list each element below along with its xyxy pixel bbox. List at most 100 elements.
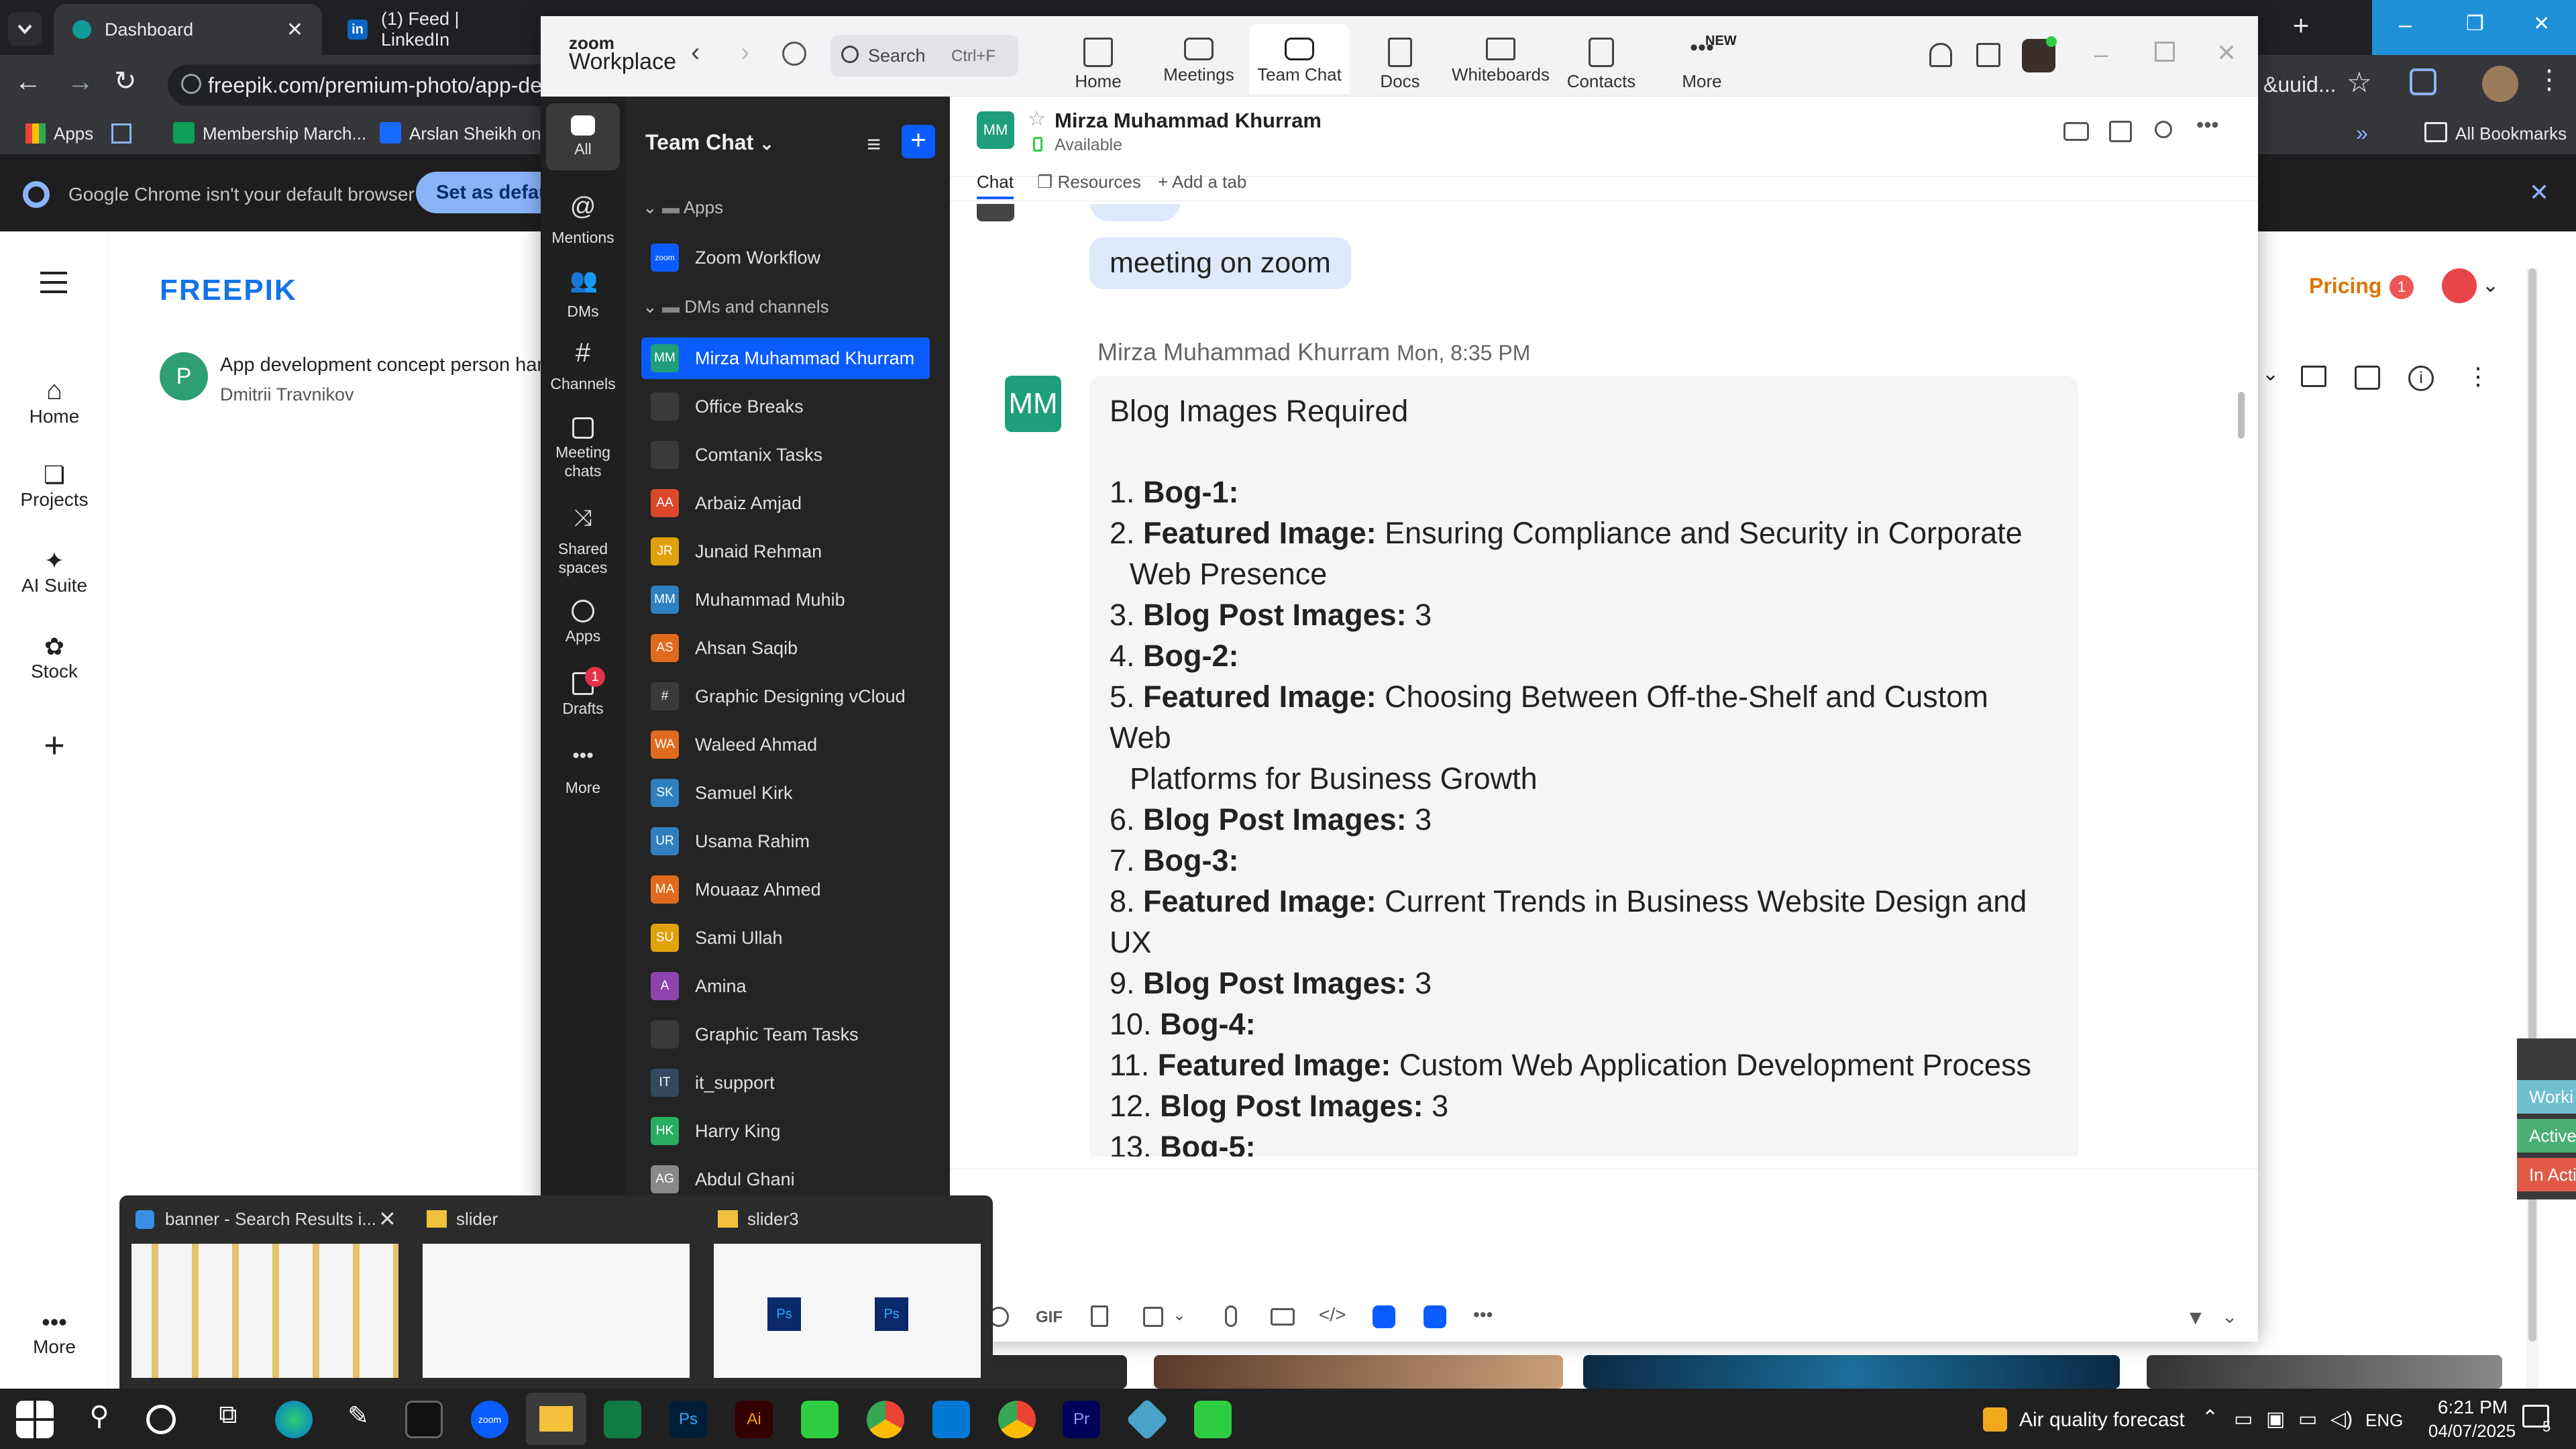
preview-banner[interactable]: banner - Search Results i... ✕ xyxy=(119,1195,411,1389)
maximize-button[interactable] xyxy=(2155,42,2175,62)
bell-icon[interactable] xyxy=(1929,43,1952,67)
folder-icon[interactable] xyxy=(2301,366,2326,387)
rail-channels[interactable]: # Channels xyxy=(541,339,625,393)
section-apps[interactable]: ⌄ ▬ Apps xyxy=(643,197,723,218)
start-icon[interactable] xyxy=(16,1401,54,1438)
chat-title[interactable]: Mirza Muhammad Khurram xyxy=(1055,109,1322,133)
nav-home[interactable]: Home xyxy=(1048,24,1148,94)
nav-docs[interactable]: Docs xyxy=(1350,24,1450,94)
history-icon[interactable] xyxy=(782,42,806,66)
tab-dashboard[interactable]: Dashboard ✕ xyxy=(54,4,322,55)
rail-drafts[interactable]: Drafts xyxy=(541,672,625,718)
cortana-icon[interactable] xyxy=(146,1405,176,1434)
chevron-down-icon[interactable]: ⌄ xyxy=(2482,274,2499,297)
nav-whiteboards[interactable]: Whiteboards xyxy=(1450,24,1551,94)
section-dms[interactable]: ⌄ ▬ DMs and channels xyxy=(643,297,829,317)
bookmark-apps[interactable]: Apps xyxy=(54,123,93,144)
profile-avatar[interactable] xyxy=(2482,66,2518,102)
list-item[interactable]: SU Sami Ullah xyxy=(641,917,930,959)
nav-meetings[interactable]: Meetings xyxy=(1148,24,1249,94)
author-avatar[interactable]: P xyxy=(160,352,208,400)
sender-avatar[interactable]: MM xyxy=(1005,376,1061,432)
file-explorer-taskbar-active[interactable] xyxy=(526,1393,586,1445)
gif-button[interactable]: GIF xyxy=(1036,1308,1063,1327)
microphone-icon[interactable] xyxy=(1225,1305,1237,1327)
list-item[interactable]: UR Usama Rahim xyxy=(641,820,930,862)
illustrator-icon[interactable]: Ai xyxy=(735,1401,773,1438)
preview-slider3[interactable]: slider3 Ps Ps xyxy=(702,1195,993,1389)
chevron-down-icon[interactable]: ⌄ xyxy=(1173,1305,1186,1325)
message-card[interactable]: Blog Images Required 1. Bog-1: 2. Feature… xyxy=(1089,376,2078,1157)
list-item[interactable]: Office Breaks xyxy=(641,386,930,427)
list-item[interactable]: # Graphic Designing vCloud xyxy=(641,676,930,717)
search-icon[interactable] xyxy=(2155,121,2172,138)
nav-more[interactable]: ••• More xyxy=(1652,24,1752,94)
meet-icon[interactable]: ▭ xyxy=(2234,1407,2253,1431)
network-icon[interactable]: ▭ xyxy=(2298,1407,2317,1431)
share-screen-icon[interactable] xyxy=(2109,121,2132,142)
image-thumb[interactable] xyxy=(1154,1355,1563,1389)
filter-icon[interactable]: ≡ xyxy=(867,130,881,158)
vscode-icon[interactable] xyxy=(932,1401,970,1438)
freepik-nav-more[interactable]: ••• More xyxy=(0,1308,109,1358)
freepik-logo[interactable]: FREEPIK xyxy=(160,274,297,307)
user-avatar[interactable] xyxy=(2442,268,2477,303)
list-item[interactable]: WA Waleed Ahmad xyxy=(641,724,930,765)
chevron-down-icon[interactable]: ⌄ xyxy=(2262,362,2279,386)
chrome-icon[interactable] xyxy=(998,1401,1036,1438)
reload-icon[interactable]: ↻ xyxy=(114,66,137,97)
minimize-button[interactable]: – xyxy=(2399,12,2412,38)
clock-date[interactable]: 04/07/2025 xyxy=(2415,1421,2529,1442)
back-icon[interactable]: ‹ xyxy=(691,38,700,68)
chat-avatar[interactable]: MM xyxy=(977,111,1014,149)
status-inactive[interactable]: In Acti xyxy=(2517,1158,2576,1191)
nav-contacts[interactable]: Contacts xyxy=(1551,24,1652,94)
nav-team-chat[interactable]: Team Chat xyxy=(1249,24,1350,94)
photoshop-icon[interactable]: Ps xyxy=(669,1401,707,1438)
restore-button[interactable]: ❐ xyxy=(2466,12,2484,36)
star-icon[interactable]: ☆ xyxy=(1028,107,1046,131)
tab-linkedin[interactable]: in (1) Feed | LinkedIn xyxy=(329,4,550,55)
excel-icon[interactable] xyxy=(604,1401,641,1438)
list-item-zoom-workflow[interactable]: zoom Zoom Workflow xyxy=(641,237,930,278)
pen-icon[interactable]: ✎ xyxy=(339,1401,377,1438)
code-icon[interactable]: </> xyxy=(1319,1304,1346,1326)
list-item[interactable]: JR Junaid Rehman xyxy=(641,531,930,572)
all-bookmarks[interactable]: All Bookmarks xyxy=(2455,123,2567,144)
team-chat-header[interactable]: Team Chat ⌄ xyxy=(645,130,774,155)
rail-meeting-chats[interactable]: Meeting chats xyxy=(541,417,625,480)
freepik-nav-stock[interactable]: ✿ Stock xyxy=(0,633,109,682)
freepik-nav-ai-suite[interactable]: ✦ AI Suite xyxy=(0,547,109,596)
site-info-icon[interactable] xyxy=(181,74,201,94)
rail-apps[interactable]: Apps xyxy=(541,600,625,645)
page-scrollbar[interactable] xyxy=(2526,268,2538,1409)
forward-icon[interactable]: › xyxy=(741,38,749,68)
back-icon[interactable]: ← xyxy=(15,67,42,97)
zoom-taskbar-icon[interactable]: zoom xyxy=(471,1401,508,1438)
list-item[interactable]: IT it_support xyxy=(641,1062,930,1104)
edge-icon[interactable] xyxy=(275,1401,313,1438)
extensions-icon[interactable] xyxy=(2410,68,2436,95)
weather-text[interactable]: Air quality forecast xyxy=(2019,1409,2185,1432)
star-icon[interactable]: ☆ xyxy=(2347,66,2372,99)
image-thumb[interactable] xyxy=(1583,1355,2120,1389)
chevron-down-icon[interactable]: ⌄ xyxy=(2222,1305,2237,1328)
hamburger-icon[interactable] xyxy=(40,272,67,293)
list-item[interactable]: AG Abdul Ghani xyxy=(641,1159,930,1200)
app-green-icon[interactable] xyxy=(1194,1401,1232,1438)
chrome-icon[interactable] xyxy=(867,1401,904,1438)
clock-time[interactable]: 6:21 PM xyxy=(2426,1397,2520,1418)
display-icon[interactable]: ▣ xyxy=(2266,1407,2285,1431)
close-icon[interactable]: ✕ xyxy=(378,1206,396,1232)
notification-badge[interactable]: 1 xyxy=(2390,275,2414,299)
rail-dms[interactable]: 👥 DMs xyxy=(541,269,625,321)
volume-icon[interactable]: ◁) xyxy=(2330,1407,2353,1431)
list-item[interactable]: SK Samuel Kirk xyxy=(641,772,930,814)
search-icon[interactable]: ⚲ xyxy=(80,1401,118,1438)
photo-author[interactable]: Dmitrii Travnikov xyxy=(220,384,354,405)
premiere-icon[interactable]: Pr xyxy=(1063,1401,1100,1438)
new-chat-button[interactable]: + xyxy=(902,125,935,158)
terminal-icon[interactable] xyxy=(405,1401,443,1438)
forward-icon[interactable]: → xyxy=(67,67,94,97)
freepik-nav-projects[interactable]: ❏ Projects xyxy=(0,461,109,511)
